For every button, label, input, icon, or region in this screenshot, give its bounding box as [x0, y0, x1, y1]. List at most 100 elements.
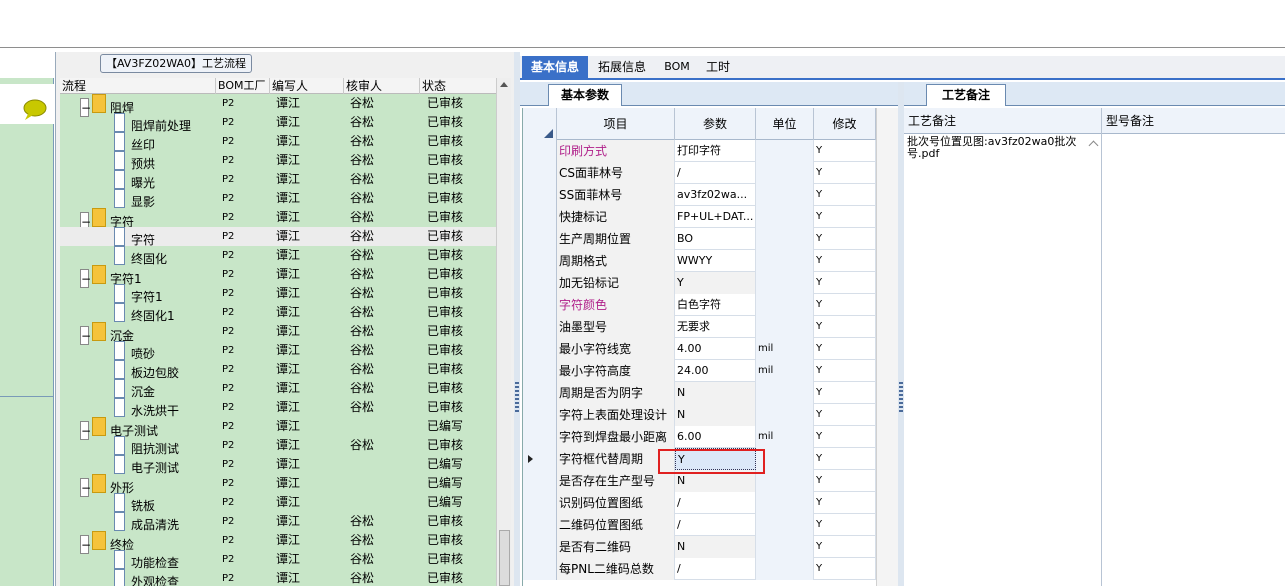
tree-row[interactable]: 水洗烘干 P2 谭江 谷松 已审核	[60, 398, 496, 418]
param-row[interactable]: CS面菲林号 / Y	[523, 162, 898, 184]
tree-node[interactable]: 沉金	[114, 379, 155, 399]
panel-splitter[interactable]	[514, 52, 520, 586]
tree-row[interactable]: 电子测试 P2 谭江 已编写	[60, 455, 496, 475]
tree-node[interactable]: 字符	[114, 227, 155, 247]
tree-node[interactable]: 铣板	[114, 493, 155, 513]
param-modify-cell[interactable]: Y	[814, 272, 876, 294]
row-header[interactable]	[523, 272, 557, 294]
param-value-cell[interactable]: /	[675, 514, 756, 536]
tree-node[interactable]: 电子测试	[114, 455, 179, 475]
tree-node[interactable]: − 外形	[80, 474, 134, 497]
param-value-cell[interactable]: /	[675, 492, 756, 514]
flow-tree-scrollbar[interactable]	[496, 78, 511, 586]
row-header[interactable]	[523, 492, 557, 514]
row-header[interactable]	[523, 294, 557, 316]
tree-node[interactable]: 曝光	[114, 170, 155, 190]
notes-scrollbar[interactable]	[1086, 134, 1102, 586]
tab-basic-params[interactable]: 基本参数	[548, 84, 622, 106]
tree-row[interactable]: 成品清洗 P2 谭江 谷松 已审核	[60, 512, 496, 532]
param-modify-cell[interactable]: Y	[814, 206, 876, 228]
param-value-cell[interactable]: 打印字符	[675, 140, 756, 162]
param-row[interactable]: 最小字符高度 24.00 mil Y	[523, 360, 898, 382]
tree-row[interactable]: 显影 P2 谭江 谷松 已审核	[60, 189, 496, 209]
col-header-bom[interactable]: BOM工厂	[216, 78, 270, 94]
row-header[interactable]	[523, 250, 557, 272]
tree-node[interactable]: 预烘	[114, 151, 155, 171]
tree-node[interactable]: − 终检	[80, 531, 134, 554]
splitter-grip-icon[interactable]	[899, 382, 903, 412]
param-value-cell[interactable]: N	[675, 536, 756, 558]
param-row[interactable]: 最小字符线宽 4.00 mil Y	[523, 338, 898, 360]
col-header-reviewer[interactable]: 核审人	[344, 78, 420, 94]
tree-row[interactable]: 铣板 P2 谭江 已编写	[60, 493, 496, 513]
param-value-cell[interactable]: N	[675, 382, 756, 404]
tree-row[interactable]: 终固化 P2 谭江 谷松 已审核	[60, 246, 496, 266]
row-header[interactable]	[523, 382, 557, 404]
param-row[interactable]: 周期格式 WWYY Y	[523, 250, 898, 272]
splitter-grip-icon[interactable]	[515, 382, 519, 412]
tree-node[interactable]: 阻抗测试	[114, 436, 179, 456]
param-row[interactable]: 字符上表面处理设计 N Y	[523, 404, 898, 426]
tree-row[interactable]: 字符 P2 谭江 谷松 已审核	[60, 227, 496, 247]
param-row[interactable]: 印刷方式 打印字符 Y	[523, 140, 898, 162]
param-row[interactable]: 二维码位置图纸 / Y	[523, 514, 898, 536]
param-modify-cell[interactable]: Y	[814, 536, 876, 558]
tree-node[interactable]: 终固化1	[114, 303, 175, 323]
param-modify-cell[interactable]: Y	[814, 184, 876, 206]
param-modify-cell[interactable]: Y	[814, 140, 876, 162]
param-row[interactable]: 是否有二维码 N Y	[523, 536, 898, 558]
tree-row[interactable]: 字符1 P2 谭江 谷松 已审核	[60, 284, 496, 304]
param-modify-cell[interactable]: Y	[814, 316, 876, 338]
tree-row[interactable]: − 字符 P2 谭江 谷松 已审核	[60, 208, 496, 231]
row-header[interactable]	[523, 140, 557, 162]
tree-node[interactable]: 字符1	[114, 284, 163, 304]
row-header[interactable]	[523, 206, 557, 228]
param-modify-cell[interactable]: Y	[814, 426, 876, 448]
param-modify-cell[interactable]: Y	[814, 492, 876, 514]
param-value-cell[interactable]: FP+UL+DAT...	[675, 206, 756, 228]
tree-node[interactable]: − 沉金	[80, 322, 134, 345]
tree-row[interactable]: 功能检查 P2 谭江 谷松 已审核	[60, 550, 496, 570]
process-notes-text[interactable]: 批次号位置见图:av3fz02wa0批次号.pdf	[907, 136, 1085, 160]
row-header[interactable]	[523, 448, 557, 470]
tree-row[interactable]: 阻焊前处理 P2 谭江 谷松 已审核	[60, 113, 496, 133]
tree-row[interactable]: − 沉金 P2 谭江 谷松 已审核	[60, 322, 496, 345]
row-header[interactable]	[523, 162, 557, 184]
tree-row[interactable]: 终固化1 P2 谭江 谷松 已审核	[60, 303, 496, 323]
row-header[interactable]	[523, 360, 557, 382]
param-value-cell[interactable]: 24.00	[675, 360, 756, 382]
tree-node[interactable]: − 阻焊	[80, 94, 134, 117]
tree-row[interactable]: 沉金 P2 谭江 谷松 已审核	[60, 379, 496, 399]
param-modify-cell[interactable]: Y	[814, 360, 876, 382]
tree-node[interactable]: 丝印	[114, 132, 155, 152]
notes-col-model[interactable]: 型号备注	[1102, 108, 1285, 134]
row-header[interactable]	[523, 558, 557, 580]
tree-node[interactable]: 外观检查	[114, 569, 179, 586]
tree-node[interactable]: 板边包胶	[114, 360, 179, 380]
chat-bubble-icon[interactable]	[0, 84, 54, 124]
tree-row[interactable]: − 字符1 P2 谭江 谷松 已审核	[60, 265, 496, 288]
param-value-cell[interactable]: av3fz02wa...	[675, 184, 756, 206]
row-header[interactable]	[523, 338, 557, 360]
param-modify-cell[interactable]: Y	[814, 294, 876, 316]
tree-node[interactable]: 水洗烘干	[114, 398, 179, 418]
tab-process-notes[interactable]: 工艺备注	[926, 84, 1006, 106]
tree-node[interactable]: − 字符	[80, 208, 134, 231]
tab-work-hours[interactable]: 工时	[700, 56, 736, 78]
param-value-cell[interactable]: /	[675, 558, 756, 580]
scroll-thumb[interactable]	[499, 530, 510, 586]
row-header[interactable]	[523, 426, 557, 448]
param-modify-cell[interactable]: Y	[814, 558, 876, 580]
param-row[interactable]: 加无铅标记 Y Y	[523, 272, 898, 294]
col-header-writer[interactable]: 编写人	[270, 78, 344, 94]
param-value-cell[interactable]: BO	[675, 228, 756, 250]
param-value-cell[interactable]: N	[675, 404, 756, 426]
param-modify-cell[interactable]: Y	[814, 162, 876, 184]
col-header-flow[interactable]: 流程	[60, 78, 216, 94]
grid-corner[interactable]	[523, 108, 557, 140]
scroll-up-arrow-icon[interactable]	[500, 82, 508, 87]
tree-row[interactable]: − 阻焊 P2 谭江 谷松 已审核	[60, 94, 496, 117]
tree-node[interactable]: 成品清洗	[114, 512, 179, 532]
param-modify-cell[interactable]: Y	[814, 514, 876, 536]
process-notes-cell[interactable]: 批次号位置见图:av3fz02wa0批次号.pdf	[904, 134, 1102, 586]
